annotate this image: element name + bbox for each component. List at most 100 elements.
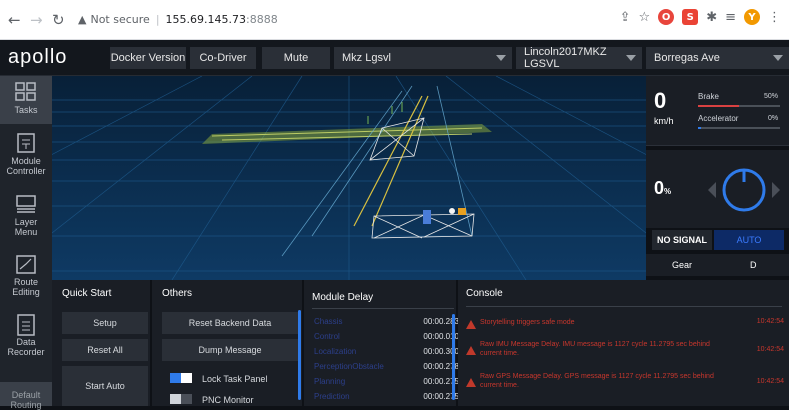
ego-vehicle bbox=[423, 210, 431, 224]
chevron-down-icon bbox=[496, 55, 506, 61]
scene-canvas bbox=[52, 76, 646, 280]
console-message-text: Raw GPS Message Delay. GPS message is 11… bbox=[480, 373, 714, 389]
chevron-down-icon bbox=[773, 55, 783, 61]
reset-backend-data-button[interactable]: Reset Backend Data bbox=[162, 312, 298, 334]
others-scrollbar[interactable] bbox=[298, 310, 301, 400]
module-name: Chassis bbox=[314, 317, 343, 326]
accelerator-bar-track bbox=[698, 127, 780, 129]
address-bar[interactable]: ▲ Not secure | 155.69.145.73 :8888 bbox=[78, 9, 278, 29]
brake-label: Brake bbox=[698, 92, 719, 101]
forward-icon[interactable]: → bbox=[30, 11, 43, 29]
sidebar-item-label: Tasks bbox=[14, 105, 38, 115]
console-message-time: 10:42:54 bbox=[756, 318, 784, 325]
warning-icon: ▲ bbox=[78, 12, 87, 26]
layers-icon bbox=[15, 194, 37, 214]
others-panel: Others Reset Backend Data Dump Message L… bbox=[152, 280, 302, 406]
module-icon bbox=[15, 133, 37, 153]
speed-unit: km/h bbox=[654, 116, 674, 126]
3d-scene-view[interactable] bbox=[52, 76, 646, 280]
sidebar-item-tasks[interactable]: Tasks bbox=[0, 76, 52, 124]
brake-bar-fill bbox=[698, 105, 739, 107]
reload-icon[interactable]: ↻ bbox=[52, 11, 65, 29]
console-message: Raw GPS Message Delay. GPS message is 11… bbox=[466, 372, 784, 394]
sidebar-item-data-recorder[interactable]: Data Recorder bbox=[0, 308, 52, 366]
profile-avatar-icon[interactable]: Y bbox=[744, 9, 760, 25]
extensions-puzzle-icon[interactable]: ✱ bbox=[706, 10, 717, 25]
share-icon[interactable]: ⇪ bbox=[620, 10, 631, 25]
star-icon[interactable]: ☆ bbox=[639, 10, 651, 25]
car-model-value: Lincoln2017MKZ LGSVL bbox=[524, 46, 607, 70]
car-model-select[interactable]: Lincoln2017MKZ LGSVL bbox=[516, 46, 642, 70]
module-name: Localization bbox=[314, 347, 357, 356]
back-icon[interactable]: ← bbox=[8, 11, 21, 29]
toggle-knob bbox=[170, 394, 181, 404]
chevron-down-icon bbox=[626, 55, 636, 61]
docker-version-button[interactable]: Docker Version bbox=[110, 47, 186, 69]
steering-number: 0 bbox=[654, 178, 665, 198]
console-message-time: 10:42:54 bbox=[756, 346, 784, 353]
module-delay-scrollbar[interactable] bbox=[452, 314, 455, 400]
setup-button[interactable]: Setup bbox=[62, 312, 148, 334]
sidebar: Tasks Module Controller Layer Menu Route… bbox=[0, 76, 52, 410]
steering-wheel-icon bbox=[708, 168, 780, 212]
lock-task-panel-label: Lock Task Panel bbox=[202, 374, 268, 384]
console-message-text: Storytelling triggers safe mode bbox=[480, 319, 575, 326]
menu-kebab-icon[interactable]: ⋮ bbox=[768, 10, 781, 25]
map-select[interactable]: Borregas Ave bbox=[646, 47, 789, 69]
driving-mode-badge: AUTO bbox=[714, 230, 784, 250]
console-message: Storytelling triggers safe mode 10:42:54 bbox=[466, 318, 784, 332]
sidebar-item-label: Default Routing bbox=[10, 390, 42, 410]
steering-value: 0% bbox=[654, 178, 671, 199]
vehicle-mode-select[interactable]: Mkz Lgsvl bbox=[334, 47, 512, 69]
module-name: PerceptionObstacle bbox=[314, 362, 384, 371]
module-name: Prediction bbox=[314, 392, 350, 401]
module-name: Control bbox=[314, 332, 340, 341]
warning-icon bbox=[466, 320, 476, 329]
quick-start-panel: Quick Start Setup Reset All Start Auto bbox=[52, 280, 150, 406]
sidebar-item-label: Layer Menu bbox=[14, 217, 38, 237]
sidebar-item-default-routing[interactable]: Default Routing bbox=[0, 382, 52, 410]
grid-icon bbox=[15, 82, 37, 102]
sidebar-item-module-controller[interactable]: Module Controller bbox=[0, 128, 52, 184]
vehicle-mode-value: Mkz Lgsvl bbox=[342, 52, 391, 64]
mute-button[interactable]: Mute bbox=[262, 47, 330, 69]
module-delay-row: Control 00:00.010 bbox=[314, 329, 459, 345]
module-delay-panel: Module Delay Chassis 00:00.283 Control 0… bbox=[304, 280, 459, 406]
warning-icon bbox=[466, 346, 476, 355]
url-separator: | bbox=[155, 12, 160, 26]
gear-value: D bbox=[750, 260, 757, 270]
security-label: Not secure bbox=[90, 12, 150, 26]
lock-task-panel-toggle[interactable] bbox=[170, 373, 192, 383]
speed-value: 0 bbox=[654, 88, 667, 113]
co-driver-button[interactable]: Co-Driver bbox=[190, 47, 256, 69]
console-message-time: 10:42:54 bbox=[756, 378, 784, 385]
sidebar-item-layer-menu[interactable]: Layer Menu bbox=[0, 188, 52, 240]
warning-icon bbox=[466, 378, 476, 387]
gear-row: Gear D bbox=[646, 254, 789, 276]
console-message: Raw IMU Message Delay. IMU message is 11… bbox=[466, 340, 784, 362]
pnc-monitor-toggle[interactable] bbox=[170, 394, 192, 404]
extension-opera-icon[interactable]: O bbox=[658, 9, 675, 25]
sidebar-item-route-editing[interactable]: Route Editing bbox=[0, 248, 52, 302]
reading-list-icon[interactable]: ≡ bbox=[725, 10, 736, 25]
url-port: :8888 bbox=[246, 12, 278, 26]
divider bbox=[312, 308, 454, 309]
pnc-monitor-label: PNC Monitor bbox=[202, 395, 254, 405]
extension-s-icon[interactable]: S bbox=[682, 9, 699, 25]
module-delay-row: Chassis 00:00.283 bbox=[314, 314, 459, 330]
toggle-knob bbox=[181, 373, 192, 383]
steering-panel: 0% bbox=[646, 150, 789, 228]
accelerator-percent: 0% bbox=[768, 115, 779, 122]
module-delay-row: Prediction 00:00.275 bbox=[314, 389, 459, 405]
module-delay-row: Planning 00:00.275 bbox=[314, 374, 459, 390]
reset-all-button[interactable]: Reset All bbox=[62, 339, 148, 361]
divider bbox=[466, 306, 782, 307]
apollo-logo: apollo bbox=[8, 46, 68, 68]
recorder-icon bbox=[15, 314, 37, 336]
browser-toolbar: ← → ↻ ▲ Not secure | 155.69.145.73 :8888… bbox=[0, 0, 789, 40]
dump-message-button[interactable]: Dump Message bbox=[162, 339, 298, 361]
vehicle-status-panel: 0 km/h Brake 50% Accelerator 0% 0% NO SI… bbox=[646, 76, 789, 280]
steering-unit: % bbox=[664, 187, 672, 196]
start-auto-button[interactable]: Start Auto bbox=[62, 366, 148, 406]
panel-title: Console bbox=[466, 288, 503, 299]
